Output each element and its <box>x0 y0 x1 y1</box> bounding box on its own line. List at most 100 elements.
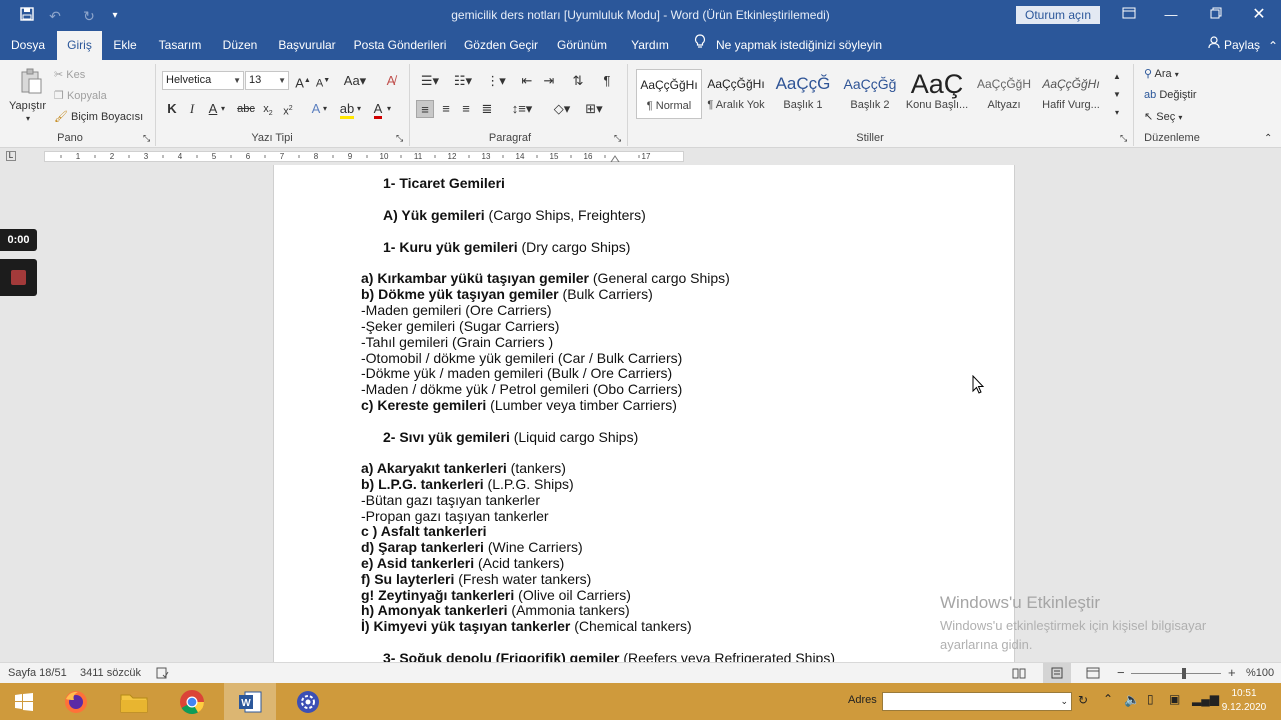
horizontal-ruler[interactable]: L 1234 5678 9 10 11 12 13 14 15 16 17 <box>0 148 1281 165</box>
signin-button[interactable]: Oturum açın <box>1016 6 1100 24</box>
font-family-select[interactable]: Helvetica ▼ <box>162 71 244 90</box>
share-button[interactable]: Paylaş <box>1208 31 1260 60</box>
document-line[interactable]: -Bütan gazı taşıyan tankerler <box>361 492 540 508</box>
record-button[interactable] <box>0 259 37 296</box>
chevron-down-icon[interactable]: ▾ <box>320 100 330 118</box>
collapse-ribbon-icon[interactable]: ⌃ <box>1264 133 1272 144</box>
style-subtitle[interactable]: AaÇçĞğH Altyazı <box>971 69 1037 119</box>
sort-icon[interactable]: ⇅ <box>569 72 587 90</box>
document-line[interactable]: 2- Sıvı yük gemileri (Liquid cargo Ships… <box>383 429 638 445</box>
shrink-font-icon[interactable]: A▼ <box>314 72 332 90</box>
tell-me-box[interactable]: Ne yapmak istediğinizi söyleyin <box>694 31 882 60</box>
collapse-ribbon-icon[interactable]: ⌃ <box>1268 39 1278 53</box>
minimize-icon[interactable]: — <box>1160 5 1182 25</box>
chevron-down-icon[interactable]: ▾ <box>384 100 394 118</box>
grow-font-icon[interactable]: A▲ <box>294 72 312 90</box>
proofing-icon[interactable] <box>156 667 169 682</box>
pilcrow-icon[interactable]: ¶ <box>598 72 616 90</box>
document-line[interactable]: g! Zeytinyağı tankerleri (Olive oil Carr… <box>361 587 631 603</box>
document-line[interactable]: b) Dökme yük taşıyan gemiler (Bulk Carri… <box>361 286 653 302</box>
tab-tasarim[interactable]: Tasarım <box>152 31 208 60</box>
document-line[interactable]: a) Kırkambar yükü taşıyan gemiler (Gener… <box>361 270 730 286</box>
document-line[interactable]: h) Amonyak tankerleri (Ammonia tankers) <box>361 602 630 618</box>
format-painter-button[interactable]: 🖌 Biçim Boyacısı <box>54 110 143 123</box>
document-line[interactable]: f) Su layterleri (Fresh water tankers) <box>361 571 591 587</box>
tab-gorunum[interactable]: Görünüm <box>551 31 613 60</box>
paste-dropdown-icon[interactable]: ▾ <box>26 114 30 123</box>
page-count[interactable]: Sayfa 18/51 <box>8 667 67 679</box>
chevron-down-icon[interactable]: ▾ <box>354 100 364 118</box>
tab-dosya[interactable]: Dosya <box>0 31 56 60</box>
document-line[interactable]: b) L.P.G. tankerleri (L.P.G. Ships) <box>361 476 574 492</box>
line-spacing-icon[interactable]: ↕≡▾ <box>508 100 536 118</box>
document-line[interactable]: 1- Kuru yük gemileri (Dry cargo Ships) <box>383 239 630 255</box>
styles-more-icon[interactable]: ▾ <box>1108 104 1126 122</box>
borders-icon[interactable]: ⊞▾ <box>580 100 608 118</box>
document-line[interactable]: c) Kereste gemileri (Lumber veya timber … <box>361 397 677 413</box>
print-layout-icon[interactable] <box>1043 663 1071 683</box>
copy-button[interactable]: ❐ Kopyala <box>54 89 107 102</box>
chrome-icon[interactable] <box>168 683 216 720</box>
font-size-select[interactable]: 13 ▼ <box>245 71 289 90</box>
document-line[interactable]: a) Akaryakıt tankerleri (tankers) <box>361 460 566 476</box>
italic-icon[interactable]: I <box>183 100 201 118</box>
tab-yardim[interactable]: Yardım <box>623 31 677 60</box>
zoom-out-icon[interactable]: − <box>1117 665 1125 680</box>
word-taskbar-icon[interactable]: W <box>224 683 276 720</box>
maximize-icon[interactable] <box>1205 5 1227 25</box>
justify-icon[interactable]: ≣ <box>478 100 496 118</box>
subscript-icon[interactable]: x2 <box>259 100 277 118</box>
font-launcher-icon[interactable]: ⤡ <box>396 133 403 144</box>
document-line[interactable]: -Tahıl gemileri (Grain Carriers ) <box>361 334 553 350</box>
tab-giris[interactable]: Giriş <box>57 31 102 60</box>
zoom-level[interactable]: %100 <box>1246 667 1274 679</box>
battery-icon[interactable]: ▯ <box>1147 692 1154 706</box>
style-title[interactable]: AaÇ Konu Başlı... <box>904 69 970 119</box>
document-line[interactable]: 1- Ticaret Gemileri <box>383 175 505 191</box>
volume-icon[interactable]: 🔈 <box>1124 692 1140 708</box>
ribbon-display-options-icon[interactable] <box>1118 5 1140 25</box>
style-heading-1[interactable]: AaÇçĞ Başlık 1 <box>770 69 836 119</box>
windows-start-icon[interactable] <box>0 683 48 720</box>
read-mode-icon[interactable] <box>1012 667 1026 682</box>
styles-scroll-up-icon[interactable]: ▲ <box>1108 68 1126 86</box>
word-count[interactable]: 3411 sözcük <box>80 667 141 679</box>
web-layout-icon[interactable] <box>1086 667 1100 682</box>
tab-duzen[interactable]: Düzen <box>215 31 265 60</box>
document-line[interactable]: d) Şarap tankerleri (Wine Carriers) <box>361 539 583 555</box>
change-case-icon[interactable]: Aa▾ <box>342 72 368 90</box>
numbering-icon[interactable]: ☷▾ <box>449 72 477 90</box>
document-line[interactable]: e) Asid tankerleri (Acid tankers) <box>361 555 564 571</box>
cut-button[interactable]: ✂ Kes <box>54 68 85 81</box>
file-explorer-icon[interactable] <box>110 683 158 720</box>
tab-posta-gonderileri[interactable]: Posta Gönderileri <box>350 31 450 60</box>
select-button[interactable]: ↖ Seç ▾ <box>1144 110 1182 123</box>
document-line[interactable]: -Propan gazı taşıyan tankerler <box>361 508 549 524</box>
tab-gozden-gecir[interactable]: Gözden Geçir <box>460 31 542 60</box>
zoom-slider[interactable] <box>1131 673 1221 674</box>
decrease-indent-icon[interactable]: ⇤ <box>518 72 536 90</box>
paragraph-launcher-icon[interactable]: ⤡ <box>614 133 621 144</box>
style-heading-2[interactable]: AaÇçĞğ Başlık 2 <box>837 69 903 119</box>
style-no-spacing[interactable]: AaÇçĞğHı ¶ Aralık Yok <box>703 69 769 119</box>
tab-basvurular[interactable]: Başvurular <box>273 31 341 60</box>
refresh-icon[interactable]: ↻ <box>1078 693 1088 707</box>
document-line[interactable]: -Maden / dökme yük / Petrol gemileri (Ob… <box>361 381 682 397</box>
close-icon[interactable]: ✕ <box>1248 5 1270 25</box>
shading-icon[interactable]: ◇▾ <box>548 100 576 118</box>
network-icon[interactable]: ▣ <box>1169 692 1180 706</box>
zoom-slider-thumb[interactable] <box>1181 668 1186 679</box>
document-line[interactable]: A) Yük gemileri (Cargo Ships, Freighters… <box>383 207 646 223</box>
document-canvas[interactable]: 1- Ticaret Gemileri A) Yük gemileri (Carg… <box>0 165 1281 662</box>
address-toolbar-input[interactable]: ⌄ <box>882 692 1072 711</box>
replace-button[interactable]: ab Değiştir <box>1144 89 1197 101</box>
tray-overflow-icon[interactable]: ⌃ <box>1103 692 1113 706</box>
multilevel-list-icon[interactable]: ⋮▾ <box>482 72 510 90</box>
app-gear-icon[interactable] <box>284 683 332 720</box>
document-line[interactable]: -Dökme yük / maden gemileri (Bulk / Ore … <box>361 365 672 381</box>
strikethrough-icon[interactable]: abc <box>235 100 257 118</box>
document-line[interactable]: -Şeker gemileri (Sugar Carriers) <box>361 318 559 334</box>
styles-scroll-down-icon[interactable]: ▼ <box>1108 86 1126 104</box>
clipboard-launcher-icon[interactable]: ⤡ <box>143 133 150 144</box>
zoom-in-icon[interactable]: + <box>1228 665 1236 680</box>
